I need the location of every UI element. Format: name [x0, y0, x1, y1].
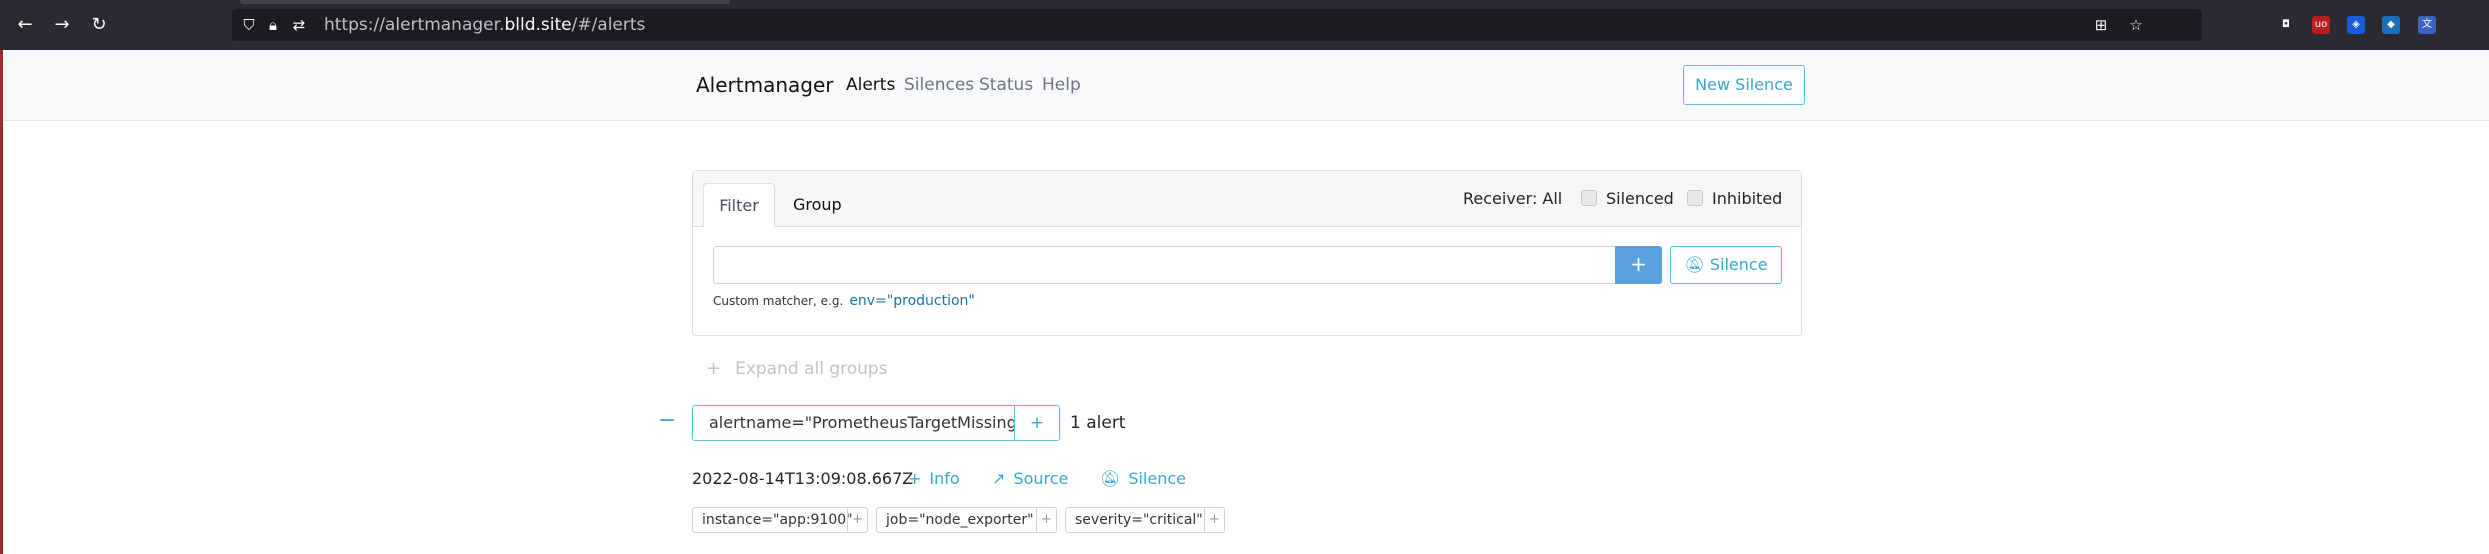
bell-slash-icon: 🔕︎ [1684, 255, 1710, 274]
nav-status[interactable]: Status [979, 74, 1033, 96]
group-label-button[interactable]: alertname="PrometheusTargetMissing" [692, 405, 1042, 441]
source-label: Source [1013, 469, 1069, 488]
ublock-icon[interactable]: uo [2312, 16, 2330, 34]
label-text: instance="app:9100" [702, 512, 853, 528]
receiver-select[interactable]: Receiver: All [1463, 189, 1562, 209]
active-tab-indicator[interactable] [240, 0, 730, 4]
expand-all-groups-button[interactable]: + Expand all groups [706, 358, 888, 380]
alert-info-button[interactable]: + Info [908, 468, 960, 490]
plus-icon: + [706, 358, 722, 379]
add-matcher-button[interactable]: + [1615, 246, 1662, 284]
reload-icon[interactable]: ↻ [88, 14, 110, 36]
alert-silence-button[interactable]: 🔕︎ Silence [1100, 468, 1186, 490]
label-text: severity="critical" [1075, 512, 1203, 528]
label-text: job="node_exporter" [886, 512, 1034, 528]
nav-silences[interactable]: Silences [904, 74, 974, 96]
silence-filter-label: Silence [1709, 255, 1768, 274]
alert-source-button[interactable]: ↗ Source [992, 468, 1068, 490]
info-label: Info [929, 469, 960, 488]
hint-example: env="production" [849, 293, 975, 309]
inhibited-checkbox[interactable] [1687, 190, 1703, 206]
filter-input[interactable] [713, 246, 1617, 284]
window-edge [0, 50, 3, 554]
translate-ext-icon[interactable]: 文 [2418, 16, 2436, 34]
hint-text: Custom matcher, e.g. [713, 294, 844, 308]
tab-group[interactable]: Group [793, 183, 842, 227]
alert-label-severity[interactable]: severity="critical" + [1065, 507, 1225, 533]
privacy-badger-icon[interactable]: ◆ [2382, 16, 2400, 34]
lock-icon[interactable]: 🔒︎ [262, 14, 284, 36]
pocket-icon[interactable]: ◘ [2277, 16, 2295, 34]
silence-filter-button[interactable]: 🔕︎ Silence [1670, 246, 1782, 284]
filter-card-header: Filter Group Receiver: All Silenced Inhi… [693, 171, 1801, 227]
brand-title[interactable]: Alertmanager [696, 72, 834, 98]
alert-label-job[interactable]: job="node_exporter" + [876, 507, 1057, 533]
group-alert-count: 1 alert [1070, 413, 1126, 433]
browser-toolbar: ← → ↻ ⛉ 🔒︎ ⇄ https://alertmanager.blld.s… [0, 0, 2489, 50]
silence-label: Silence [1128, 469, 1186, 488]
plus-icon: + [908, 469, 922, 488]
bell-slash-icon: 🔕︎ [1100, 469, 1121, 488]
tab-filter[interactable]: Filter [703, 183, 775, 227]
nav-help[interactable]: Help [1042, 74, 1081, 96]
nav-alerts[interactable]: Alerts [846, 74, 895, 96]
url-text[interactable]: https://alertmanager.blld.site/#/alerts [324, 15, 645, 35]
silenced-label[interactable]: Silenced [1606, 189, 1674, 209]
forward-icon[interactable]: → [51, 14, 73, 36]
add-label-filter-button[interactable]: + [1204, 508, 1224, 532]
silenced-checkbox[interactable] [1581, 190, 1597, 206]
url-bar[interactable]: ⛉ 🔒︎ ⇄ https://alertmanager.blld.site/#/… [232, 9, 2202, 41]
bookmark-star-icon[interactable]: ☆ [2125, 14, 2147, 36]
back-icon[interactable]: ← [14, 14, 36, 36]
app-navbar: Alertmanager Alerts Silences Status Help… [4, 50, 2489, 121]
shield-icon[interactable]: ⛉ [238, 14, 260, 36]
expand-all-label: Expand all groups [735, 359, 888, 379]
filter-card: Filter Group Receiver: All Silenced Inhi… [692, 170, 1802, 336]
bitwarden-icon[interactable]: ◈ [2347, 16, 2365, 34]
matcher-hint: Custom matcher, e.g. env="production" [713, 293, 975, 309]
inhibited-label[interactable]: Inhibited [1712, 189, 1782, 209]
translate-icon[interactable]: ⊞ [2090, 14, 2112, 36]
alert-label-instance[interactable]: instance="app:9100" + [692, 507, 868, 533]
group-add-filter-button[interactable]: + [1014, 405, 1060, 441]
permissions-icon[interactable]: ⇄ [288, 14, 310, 36]
collapse-group-icon[interactable]: − [658, 406, 676, 436]
add-label-filter-button[interactable]: + [1036, 508, 1056, 532]
alert-timestamp: 2022-08-14T13:09:08.667Z [692, 469, 914, 488]
new-silence-button[interactable]: New Silence [1683, 65, 1805, 105]
add-label-filter-button[interactable]: + [847, 508, 867, 532]
chart-icon: ↗ [992, 469, 1006, 488]
